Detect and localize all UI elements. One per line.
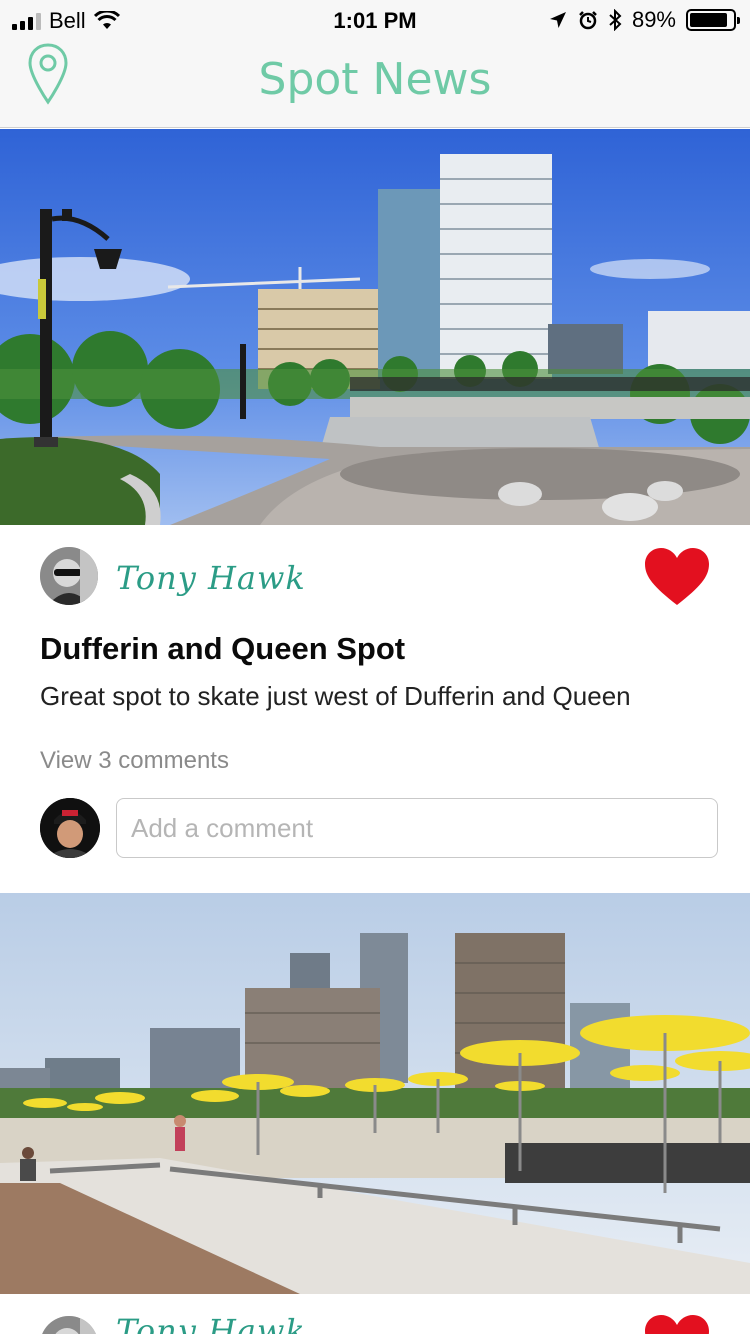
post-card-2: Tony Hawk xyxy=(0,1294,750,1334)
status-bar-right: 89% xyxy=(548,7,740,33)
heart-icon[interactable] xyxy=(644,1314,710,1334)
battery-icon xyxy=(686,9,740,31)
author-name-2[interactable]: Tony Hawk xyxy=(116,1312,306,1334)
post-card: Tony Hawk Dufferin and Queen Spot Great … xyxy=(0,525,750,893)
location-arrow-icon xyxy=(549,12,566,28)
battery-percent: 89% xyxy=(631,7,676,32)
author-photo-icon xyxy=(40,547,98,605)
page-title: Spot News xyxy=(258,54,492,105)
post-description: Great spot to skate just west of Dufferi… xyxy=(40,681,631,711)
battery-level xyxy=(690,13,728,27)
author-avatar[interactable] xyxy=(40,547,98,605)
status-bar: Bell 1:01 PM 89% xyxy=(0,0,750,40)
comment-input[interactable] xyxy=(116,798,718,858)
view-comments-link[interactable]: View 3 comments xyxy=(40,747,229,775)
author-photo-icon xyxy=(40,1316,98,1334)
author-avatar-2[interactable] xyxy=(40,1316,98,1334)
post-image[interactable] xyxy=(0,129,750,525)
nav-bar: Spot News xyxy=(0,40,750,128)
post-image-2[interactable] xyxy=(0,893,750,1294)
user-photo-icon xyxy=(40,798,100,858)
author-name[interactable]: Tony Hawk xyxy=(116,559,306,597)
alarm-icon xyxy=(579,11,597,30)
heart-icon[interactable] xyxy=(644,547,710,607)
bluetooth-icon xyxy=(609,9,622,31)
current-user-avatar[interactable] xyxy=(40,798,100,858)
post-title: Dufferin and Queen Spot xyxy=(40,631,406,666)
